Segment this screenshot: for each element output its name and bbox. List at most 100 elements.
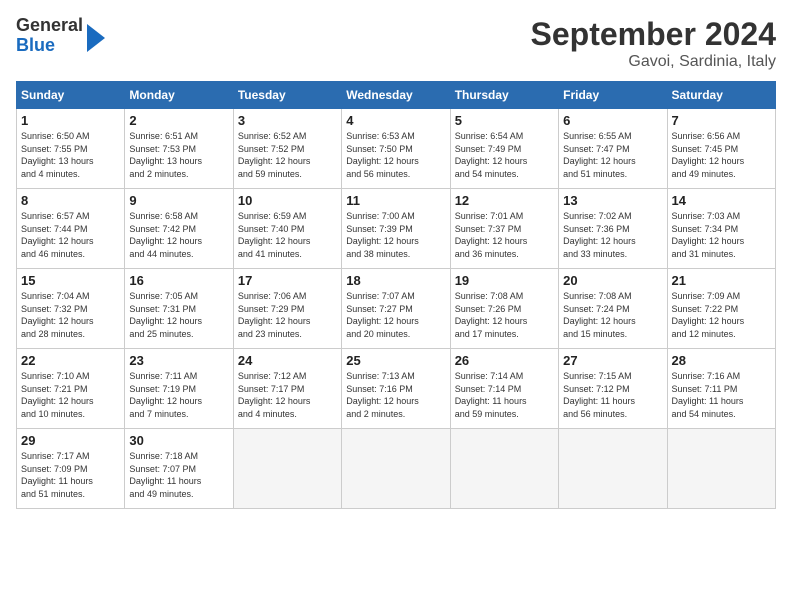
table-row: 11 Sunrise: 7:00 AMSunset: 7:39 PMDayligh… <box>342 189 450 269</box>
day-info: Sunrise: 7:10 AMSunset: 7:21 PMDaylight:… <box>21 370 120 420</box>
table-row: 30 Sunrise: 7:18 AMSunset: 7:07 PMDayligh… <box>125 429 233 509</box>
day-number: 28 <box>672 353 771 368</box>
day-number: 15 <box>21 273 120 288</box>
calendar-week-row: 1Sunrise: 6:50 AMSunset: 7:55 PMDaylight… <box>17 109 776 189</box>
table-row <box>667 429 775 509</box>
day-number: 25 <box>346 353 445 368</box>
day-info: Sunrise: 7:15 AMSunset: 7:12 PMDaylight:… <box>563 370 662 420</box>
table-row: 28 Sunrise: 7:16 AMSunset: 7:11 PMDayligh… <box>667 349 775 429</box>
table-row <box>342 429 450 509</box>
table-row: 1Sunrise: 6:50 AMSunset: 7:55 PMDaylight… <box>17 109 125 189</box>
table-row: 6Sunrise: 6:55 AMSunset: 7:47 PMDaylight… <box>559 109 667 189</box>
day-number: 23 <box>129 353 228 368</box>
table-row: 27Sunrise: 7:15 AMSunset: 7:12 PMDayligh… <box>559 349 667 429</box>
day-info: Sunrise: 6:51 AMSunset: 7:53 PMDaylight:… <box>129 130 228 180</box>
logo: General Blue <box>16 16 105 56</box>
day-info: Sunrise: 7:04 AMSunset: 7:32 PMDaylight:… <box>21 290 120 340</box>
day-info: Sunrise: 7:09 AMSunset: 7:22 PMDaylight:… <box>672 290 771 340</box>
day-number: 4 <box>346 113 445 128</box>
day-info: Sunrise: 6:58 AMSunset: 7:42 PMDaylight:… <box>129 210 228 260</box>
calendar-table: Sunday Monday Tuesday Wednesday Thursday… <box>16 81 776 509</box>
col-wednesday: Wednesday <box>342 82 450 109</box>
table-row: 26Sunrise: 7:14 AMSunset: 7:14 PMDayligh… <box>450 349 558 429</box>
month-title: September 2024 <box>531 16 776 53</box>
day-number: 11 <box>346 193 445 208</box>
table-row: 14 Sunrise: 7:03 AMSunset: 7:34 PMDayligh… <box>667 189 775 269</box>
table-row: 2 Sunrise: 6:51 AMSunset: 7:53 PMDaylight… <box>125 109 233 189</box>
day-info: Sunrise: 6:54 AMSunset: 7:49 PMDaylight:… <box>455 130 554 180</box>
table-row: 8 Sunrise: 6:57 AMSunset: 7:44 PMDaylight… <box>17 189 125 269</box>
day-info: Sunrise: 7:12 AMSunset: 7:17 PMDaylight:… <box>238 370 337 420</box>
day-number: 30 <box>129 433 228 448</box>
day-info: Sunrise: 7:17 AMSunset: 7:09 PMDaylight:… <box>21 450 120 500</box>
calendar-week-row: 8 Sunrise: 6:57 AMSunset: 7:44 PMDaylight… <box>17 189 776 269</box>
col-saturday: Saturday <box>667 82 775 109</box>
table-row <box>559 429 667 509</box>
day-info: Sunrise: 7:05 AMSunset: 7:31 PMDaylight:… <box>129 290 228 340</box>
day-info: Sunrise: 7:01 AMSunset: 7:37 PMDaylight:… <box>455 210 554 260</box>
day-info: Sunrise: 7:11 AMSunset: 7:19 PMDaylight:… <box>129 370 228 420</box>
table-row: 19Sunrise: 7:08 AMSunset: 7:26 PMDayligh… <box>450 269 558 349</box>
day-info: Sunrise: 6:55 AMSunset: 7:47 PMDaylight:… <box>563 130 662 180</box>
day-info: Sunrise: 7:02 AMSunset: 7:36 PMDaylight:… <box>563 210 662 260</box>
day-info: Sunrise: 7:16 AMSunset: 7:11 PMDaylight:… <box>672 370 771 420</box>
day-number: 8 <box>21 193 120 208</box>
page-header: General Blue September 2024 Gavoi, Sardi… <box>16 16 776 71</box>
table-row: 15 Sunrise: 7:04 AMSunset: 7:32 PMDayligh… <box>17 269 125 349</box>
day-number: 5 <box>455 113 554 128</box>
table-row: 20 Sunrise: 7:08 AMSunset: 7:24 PMDayligh… <box>559 269 667 349</box>
day-info: Sunrise: 7:07 AMSunset: 7:27 PMDaylight:… <box>346 290 445 340</box>
day-info: Sunrise: 7:08 AMSunset: 7:24 PMDaylight:… <box>563 290 662 340</box>
table-row: 9Sunrise: 6:58 AMSunset: 7:42 PMDaylight… <box>125 189 233 269</box>
day-number: 12 <box>455 193 554 208</box>
table-row <box>233 429 341 509</box>
calendar-week-row: 29 Sunrise: 7:17 AMSunset: 7:09 PMDayligh… <box>17 429 776 509</box>
day-number: 21 <box>672 273 771 288</box>
day-info: Sunrise: 6:52 AMSunset: 7:52 PMDaylight:… <box>238 130 337 180</box>
day-number: 14 <box>672 193 771 208</box>
day-info: Sunrise: 6:59 AMSunset: 7:40 PMDaylight:… <box>238 210 337 260</box>
table-row: 12 Sunrise: 7:01 AMSunset: 7:37 PMDayligh… <box>450 189 558 269</box>
day-number: 20 <box>563 273 662 288</box>
day-number: 13 <box>563 193 662 208</box>
day-number: 29 <box>21 433 120 448</box>
day-number: 1 <box>21 113 120 128</box>
table-row: 4 Sunrise: 6:53 AMSunset: 7:50 PMDaylight… <box>342 109 450 189</box>
day-info: Sunrise: 7:00 AMSunset: 7:39 PMDaylight:… <box>346 210 445 260</box>
table-row: 21 Sunrise: 7:09 AMSunset: 7:22 PMDayligh… <box>667 269 775 349</box>
day-info: Sunrise: 7:08 AMSunset: 7:26 PMDaylight:… <box>455 290 554 340</box>
day-info: Sunrise: 7:13 AMSunset: 7:16 PMDaylight:… <box>346 370 445 420</box>
table-row: 23 Sunrise: 7:11 AMSunset: 7:19 PMDayligh… <box>125 349 233 429</box>
table-row: 7 Sunrise: 6:56 AMSunset: 7:45 PMDaylight… <box>667 109 775 189</box>
table-row: 16 Sunrise: 7:05 AMSunset: 7:31 PMDayligh… <box>125 269 233 349</box>
col-thursday: Thursday <box>450 82 558 109</box>
day-info: Sunrise: 7:14 AMSunset: 7:14 PMDaylight:… <box>455 370 554 420</box>
day-info: Sunrise: 7:18 AMSunset: 7:07 PMDaylight:… <box>129 450 228 500</box>
day-info: Sunrise: 6:53 AMSunset: 7:50 PMDaylight:… <box>346 130 445 180</box>
col-friday: Friday <box>559 82 667 109</box>
day-number: 2 <box>129 113 228 128</box>
table-row: 5 Sunrise: 6:54 AMSunset: 7:49 PMDaylight… <box>450 109 558 189</box>
day-info: Sunrise: 7:03 AMSunset: 7:34 PMDaylight:… <box>672 210 771 260</box>
calendar-week-row: 22 Sunrise: 7:10 AMSunset: 7:21 PMDayligh… <box>17 349 776 429</box>
col-sunday: Sunday <box>17 82 125 109</box>
day-number: 17 <box>238 273 337 288</box>
day-number: 10 <box>238 193 337 208</box>
table-row: 25 Sunrise: 7:13 AMSunset: 7:16 PMDayligh… <box>342 349 450 429</box>
day-info: Sunrise: 6:57 AMSunset: 7:44 PMDaylight:… <box>21 210 120 260</box>
logo-arrow-icon <box>87 24 105 52</box>
location: Gavoi, Sardinia, Italy <box>531 53 776 71</box>
table-row <box>450 429 558 509</box>
day-number: 16 <box>129 273 228 288</box>
col-tuesday: Tuesday <box>233 82 341 109</box>
title-block: September 2024 Gavoi, Sardinia, Italy <box>531 16 776 71</box>
day-info: Sunrise: 6:56 AMSunset: 7:45 PMDaylight:… <box>672 130 771 180</box>
calendar-header-row: Sunday Monday Tuesday Wednesday Thursday… <box>17 82 776 109</box>
table-row: 29 Sunrise: 7:17 AMSunset: 7:09 PMDayligh… <box>17 429 125 509</box>
day-info: Sunrise: 7:06 AMSunset: 7:29 PMDaylight:… <box>238 290 337 340</box>
table-row: 24 Sunrise: 7:12 AMSunset: 7:17 PMDayligh… <box>233 349 341 429</box>
day-number: 22 <box>21 353 120 368</box>
table-row: 18Sunrise: 7:07 AMSunset: 7:27 PMDayligh… <box>342 269 450 349</box>
day-number: 7 <box>672 113 771 128</box>
day-number: 24 <box>238 353 337 368</box>
